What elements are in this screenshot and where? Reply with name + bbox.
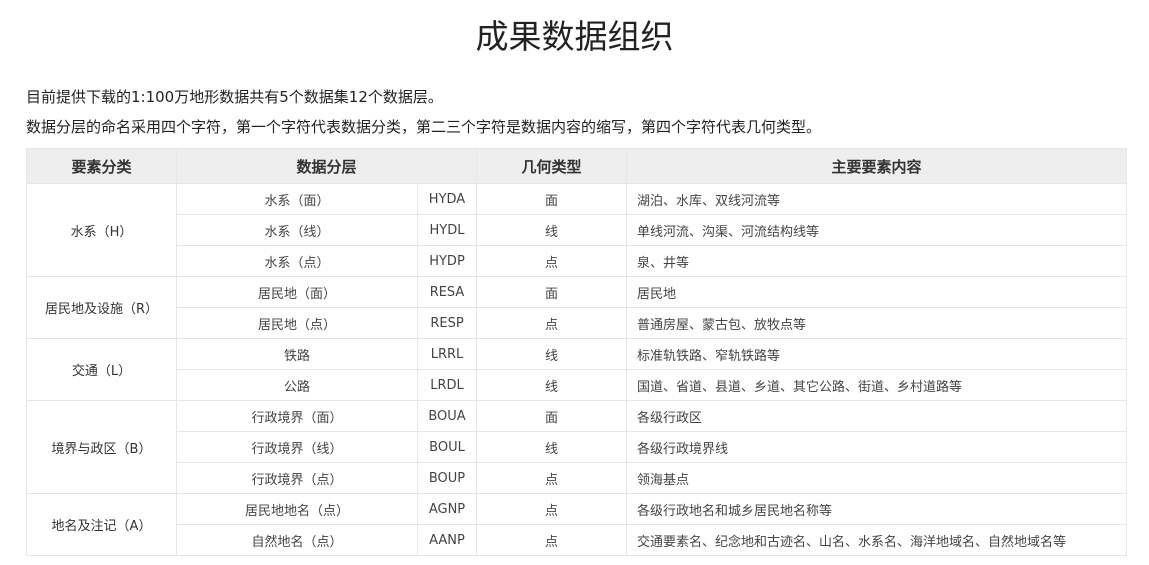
- layer-code-cell: HYDP: [416, 245, 478, 277]
- geometry-cell: 点: [476, 524, 628, 556]
- layer-code-cell: BOUL: [416, 431, 478, 463]
- geometry-cell: 面: [476, 400, 628, 432]
- layer-code-cell: LRRL: [416, 338, 478, 370]
- layer-code-cell: AANP: [416, 524, 478, 556]
- layer-cell: 铁路: [176, 338, 418, 370]
- content-cell: 普通房屋、蒙古包、放牧点等: [626, 307, 1128, 339]
- content-cell: 国道、省道、县道、乡道、其它公路、街道、乡村道路等: [626, 369, 1128, 401]
- geometry-cell: 点: [476, 462, 628, 494]
- table-row: 水系（H） 水系（面） HYDA 面湖泊、水库、双线河流等: [26, 183, 1128, 277]
- header-content: 主要要素内容: [626, 148, 1128, 184]
- geometry-cell: 点: [476, 307, 628, 339]
- layer-cell: 居民地（面）: [176, 276, 418, 308]
- table-row: 居民地（点） RESP 点普通房屋、蒙古包、放牧点等: [27, 307, 1128, 339]
- content-cell: 交通要素名、纪念地和古迹名、山名、水系名、海洋地域名、自然地域名等: [626, 524, 1128, 556]
- intro-text: 目前提供下载的1:100万地形数据共有5个数据集12个数据层。: [26, 88, 443, 106]
- category-cell: 境界与政区（B）: [26, 400, 177, 494]
- content-cell: 标准轨铁路、窄轨铁路等: [626, 338, 1128, 370]
- content-cell: 泉、井等: [626, 245, 1128, 277]
- geometry-cell: 点: [476, 245, 628, 277]
- layer-cell: 居民地（点）: [176, 307, 418, 339]
- table-row: 水系（线） HYDL 线单线河流、沟渠、河流结构线等: [27, 214, 1128, 246]
- content-cell: 领海基点: [626, 462, 1128, 494]
- content-cell: 湖泊、水库、双线河流等: [626, 183, 1128, 215]
- layer-code-cell: BOUA: [416, 400, 478, 432]
- layer-cell: 水系（线）: [176, 214, 418, 246]
- category-cell: 居民地及设施（R）: [26, 276, 177, 339]
- layer-cell: 水系（点）: [176, 245, 418, 277]
- category-cell: 地名及注记（A）: [26, 493, 177, 556]
- geometry-cell: 线: [476, 214, 628, 246]
- table-row: 境界与政区（B） 行政境界（面） BOUA 面各级行政区: [26, 400, 1128, 494]
- intro-text: 数据分层的命名采用四个字符，第一个字符代表数据分类，第二三个字符是数据内容的缩写…: [26, 118, 822, 136]
- category-cell: 交通（L）: [26, 338, 177, 401]
- category-cell: 水系（H）: [26, 183, 177, 277]
- layer-cell: 公路: [176, 369, 418, 401]
- table-row: 行政境界（点） BOUP 点领海基点: [27, 462, 1128, 494]
- layer-cell: 居民地地名（点）: [176, 493, 418, 525]
- content-cell: 单线河流、沟渠、河流结构线等: [626, 214, 1128, 246]
- data-layer-table: 要素分类 数据分层 几何类型 主要要素内容 水系（H） 水系（面） HYDA 面湖泊、…: [26, 148, 1128, 556]
- header-category: 要素分类: [26, 148, 177, 184]
- layer-cell: 行政境界（线）: [176, 431, 418, 463]
- content-cell: 各级行政境界线: [626, 431, 1128, 463]
- layer-cell: 水系（面）: [176, 183, 418, 215]
- table-row: 地名及注记（A） 居民地地名（点） AGNP 点各级行政地名和城乡居民地名称等: [26, 493, 1128, 556]
- table-header-row: 要素分类 数据分层 几何类型 主要要素内容: [26, 148, 1128, 184]
- layer-code-cell: BOUP: [416, 462, 478, 494]
- table-row: 公路 LRDL 线国道、省道、县道、乡道、其它公路、街道、乡村道路等: [27, 369, 1128, 401]
- geometry-cell: 线: [476, 338, 628, 370]
- content-cell: 各级行政区: [626, 400, 1128, 432]
- table-row: 居民地及设施（R） 居民地（面） RESA 面居民地: [26, 276, 1128, 339]
- geometry-cell: 线: [476, 431, 628, 463]
- table-row: 交通（L） 铁路 LRRL 线标准轨铁路、窄轨铁路等: [26, 338, 1128, 401]
- geometry-cell: 线: [476, 369, 628, 401]
- header-layer: 数据分层: [175, 148, 478, 184]
- header-geometry: 几何类型: [476, 148, 628, 184]
- layer-code-cell: LRDL: [416, 369, 478, 401]
- geometry-cell: 面: [476, 183, 628, 215]
- layer-code-cell: RESA: [416, 276, 478, 308]
- geometry-cell: 面: [476, 276, 628, 308]
- layer-code-cell: RESP: [416, 307, 478, 339]
- content-cell: 居民地: [626, 276, 1128, 308]
- table-body: 水系（H） 水系（面） HYDA 面湖泊、水库、双线河流等 水系（线） HYDL 线单线河流…: [26, 183, 1128, 556]
- content-cell: 各级行政地名和城乡居民地名称等: [626, 493, 1128, 525]
- layer-cell: 行政境界（点）: [176, 462, 418, 494]
- layer-cell: 行政境界（面）: [176, 400, 418, 432]
- table-row: 行政境界（线） BOUL 线各级行政境界线: [27, 431, 1128, 463]
- page-title: 成果数据组织: [475, 17, 674, 56]
- layer-code-cell: HYDA: [416, 183, 478, 215]
- table-row: 水系（点） HYDP 点泉、井等: [27, 245, 1128, 277]
- table-row: 自然地名（点） AANP 点交通要素名、纪念地和古迹名、山名、水系名、海洋地域名、自…: [27, 524, 1128, 556]
- layer-code-cell: HYDL: [416, 214, 478, 246]
- layer-cell: 自然地名（点）: [176, 524, 418, 556]
- geometry-cell: 点: [476, 493, 628, 525]
- layer-code-cell: AGNP: [416, 493, 478, 525]
